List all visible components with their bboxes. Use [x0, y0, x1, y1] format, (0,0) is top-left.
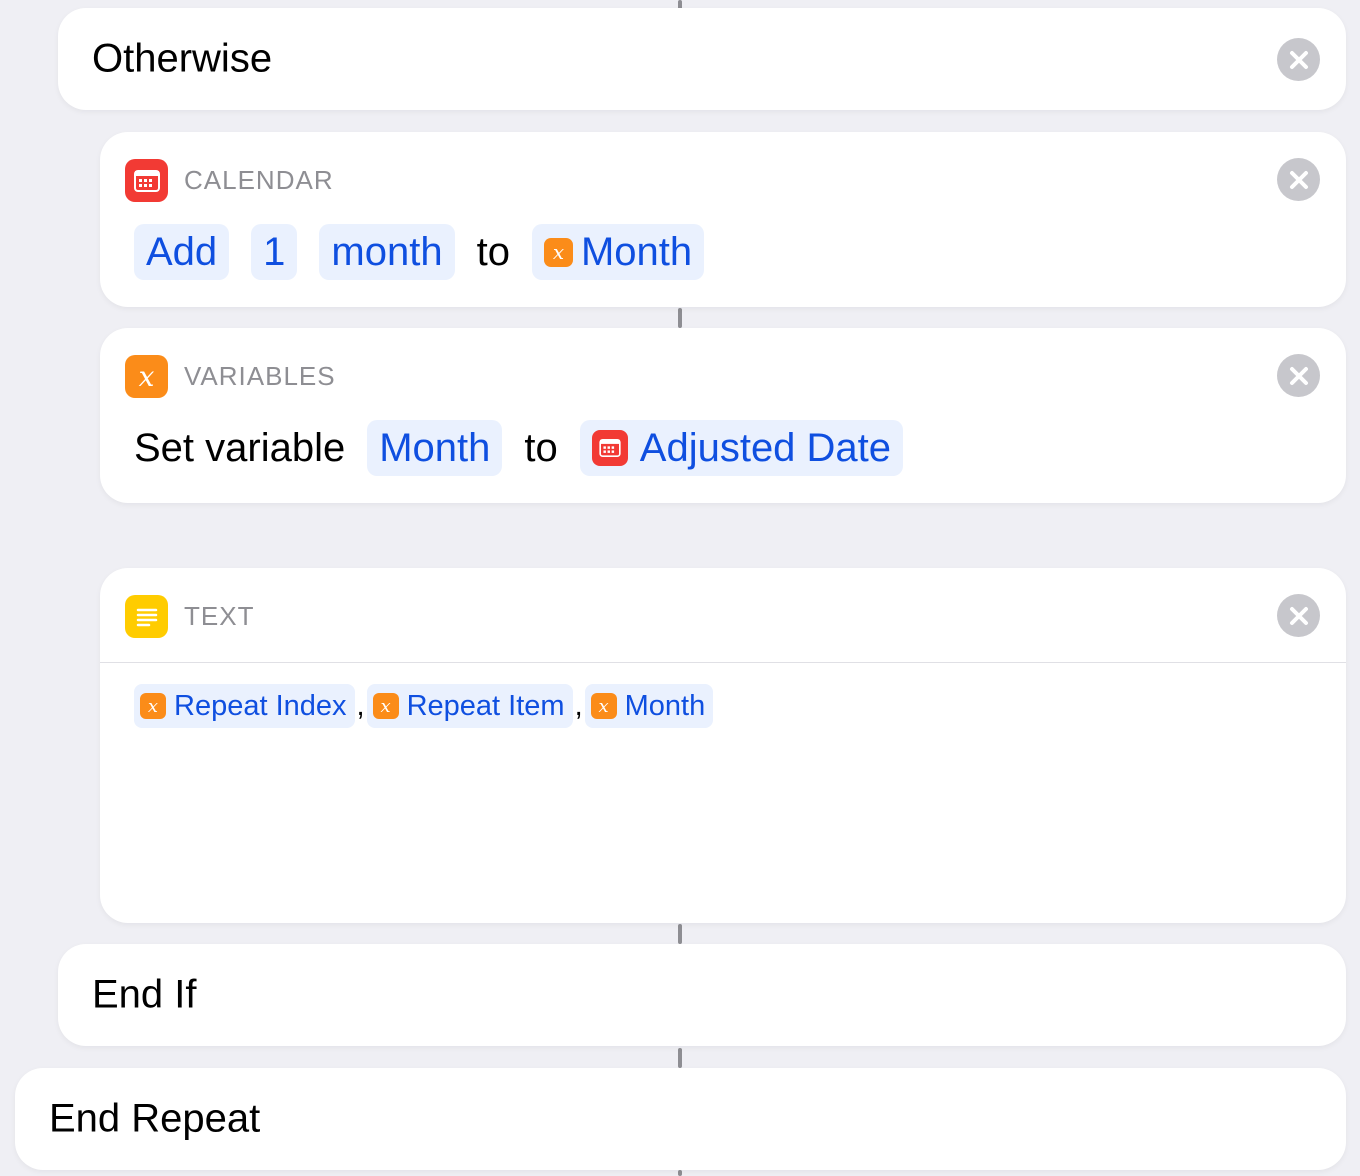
operation-token[interactable]: Add [134, 224, 230, 280]
variable-x-icon: x [590, 693, 617, 719]
flow-connector [678, 1170, 682, 1176]
value-token[interactable]: Adjusted Date [579, 420, 904, 476]
calendar-action-row: Add 1 month to x Month [134, 224, 726, 280]
end-repeat-block[interactable]: End Repeat [15, 1068, 1346, 1170]
text-remove-button[interactable] [1277, 594, 1320, 637]
end-if-title: End If [92, 972, 197, 1017]
close-icon [1289, 606, 1308, 625]
close-icon [1289, 50, 1308, 69]
end-repeat-title: End Repeat [49, 1096, 261, 1141]
connector-word: to [524, 425, 558, 470]
repeat-index-token[interactable]: x Repeat Index [134, 684, 355, 728]
repeat-item-label: Repeat Item [406, 689, 565, 722]
calendar-icon [591, 430, 628, 466]
separator: , [574, 689, 583, 722]
text-header-divider [100, 662, 1346, 663]
variables-header: x VARIABLES [125, 355, 336, 398]
text-action-card[interactable]: TEXT x Repeat Index , x Repeat Item , x … [100, 568, 1346, 923]
calendar-app-name: CALENDAR [184, 165, 334, 195]
calendar-icon [125, 159, 168, 202]
variable-x-icon: x [125, 355, 168, 398]
flow-connector [678, 924, 682, 944]
variable-x-icon: x [140, 693, 166, 719]
calendar-action-card[interactable]: CALENDAR Add 1 month to x Month [100, 132, 1346, 307]
month-token-label: Month [624, 689, 706, 722]
variables-action-card[interactable]: x VARIABLES Set variable Month to Adjust… [100, 328, 1346, 503]
connector-word: to [476, 229, 510, 274]
variables-app-name: VARIABLES [184, 361, 336, 391]
text-content-field[interactable]: x Repeat Index , x Repeat Item , x Month [134, 684, 714, 728]
variable-x-icon: x [372, 693, 399, 719]
value-label: Adjusted Date [639, 425, 892, 470]
text-app-name: TEXT [184, 601, 255, 631]
text-header: TEXT [125, 595, 254, 638]
variable-x-icon: x [543, 237, 573, 267]
repeat-item-token[interactable]: x Repeat Item [366, 684, 573, 728]
calendar-header: CALENDAR [125, 159, 334, 202]
otherwise-remove-button[interactable] [1277, 38, 1320, 81]
close-icon [1289, 170, 1308, 189]
flow-connector [678, 308, 682, 328]
target-variable-token[interactable]: x Month [531, 224, 705, 280]
otherwise-title: Otherwise [92, 36, 273, 81]
end-if-block[interactable]: End If [58, 944, 1346, 1046]
set-variable-label: Set variable [134, 425, 346, 470]
variables-action-row: Set variable Month to Adjusted Date [134, 420, 925, 476]
month-token[interactable]: x Month [584, 684, 714, 728]
target-variable-label: Month [580, 229, 693, 274]
repeat-index-label: Repeat Index [174, 689, 347, 722]
otherwise-block[interactable]: Otherwise [58, 8, 1346, 110]
amount-token[interactable]: 1 [251, 224, 298, 280]
close-icon [1289, 366, 1308, 385]
text-lines-icon [125, 595, 168, 638]
separator: , [356, 689, 365, 722]
unit-token[interactable]: month [319, 224, 455, 280]
variable-name-token[interactable]: Month [367, 420, 503, 476]
calendar-remove-button[interactable] [1277, 158, 1320, 201]
variables-remove-button[interactable] [1277, 354, 1320, 397]
flow-connector [678, 1048, 682, 1068]
